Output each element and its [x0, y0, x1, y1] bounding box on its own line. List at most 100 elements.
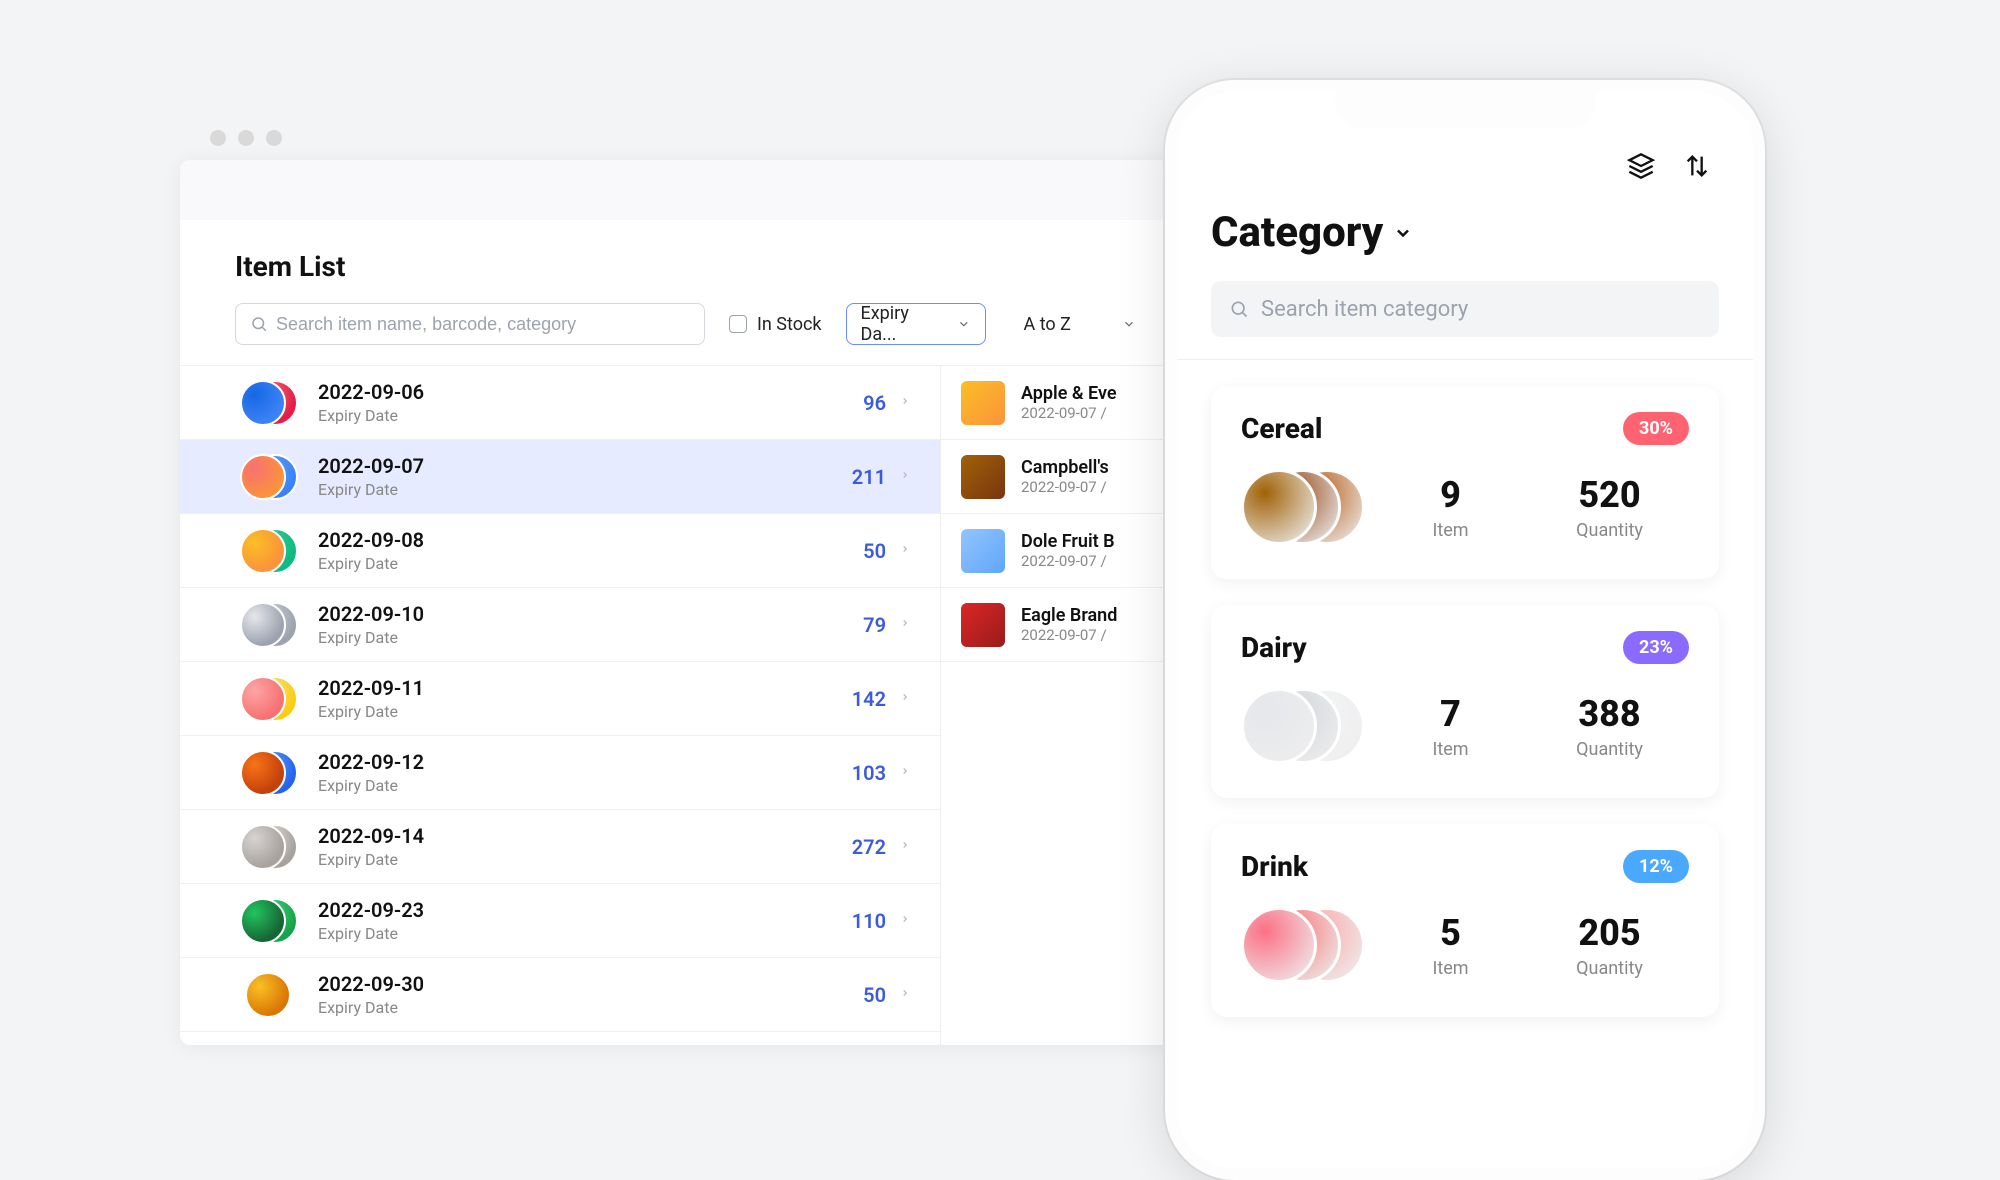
item-label: Item	[1371, 958, 1530, 979]
row-date: 2022-09-12	[318, 750, 852, 774]
search-input[interactable]	[235, 303, 705, 345]
filter-bar: In Stock Expiry Da... A to Z	[180, 283, 1200, 365]
chevron-right-icon	[900, 467, 910, 486]
category-title: Category	[1211, 208, 1383, 257]
date-row[interactable]: 2022-09-11Expiry Date142	[180, 662, 940, 736]
thumb-stack	[240, 449, 296, 505]
category-card[interactable]: Dairy23%7Item388Quantity	[1211, 605, 1719, 798]
chevron-right-icon	[900, 541, 910, 560]
item-name: Dole Fruit B	[1021, 531, 1115, 552]
chevron-right-icon	[900, 615, 910, 634]
thumb-stack	[240, 893, 296, 949]
in-stock-label: In Stock	[757, 314, 822, 335]
dropdown-label: Expiry Da...	[861, 303, 947, 345]
item-thumb	[961, 455, 1005, 499]
date-row[interactable]: 2022-09-06Expiry Date96	[180, 366, 940, 440]
row-count: 50	[863, 983, 886, 1007]
traffic-light-zoom[interactable]	[266, 130, 282, 146]
quantity-label: Quantity	[1530, 520, 1689, 541]
category-card[interactable]: Drink 12% 5Item205Quantity	[1211, 824, 1719, 1017]
percent-badge: 12%	[1623, 850, 1689, 883]
row-text: 2022-09-10Expiry Date	[318, 602, 863, 647]
date-row[interactable]: 2022-09-08Expiry Date50	[180, 514, 940, 588]
traffic-lights	[210, 130, 282, 146]
quantity-count: 388	[1530, 693, 1689, 735]
phone-device: Category Search item category Cereal30% 9…	[1165, 80, 1765, 1180]
qty-stat: 205Quantity	[1530, 912, 1689, 979]
item-thumb	[1241, 469, 1317, 545]
category-heading-row[interactable]: Category	[1211, 208, 1719, 257]
divider	[1177, 359, 1753, 360]
chevron-right-icon	[900, 985, 910, 1004]
checkbox-icon	[729, 315, 747, 333]
category-name: Dairy	[1241, 631, 1307, 664]
row-count: 110	[852, 909, 886, 933]
search-icon	[1229, 299, 1249, 319]
category-name: Drink	[1241, 850, 1308, 883]
detail-row[interactable]: Dole Fruit B2022-09-07 /	[941, 514, 1200, 588]
row-text: 2022-09-07Expiry Date	[318, 454, 852, 499]
traffic-light-close[interactable]	[210, 130, 226, 146]
date-row[interactable]: 2022-09-23Expiry Date110	[180, 884, 940, 958]
row-count: 211	[852, 465, 886, 489]
item-name: Campbell's	[1021, 457, 1109, 478]
chevron-down-icon	[1393, 223, 1413, 243]
chevron-right-icon	[900, 393, 910, 412]
date-row[interactable]: 2022-09-14Expiry Date272	[180, 810, 940, 884]
row-sublabel: Expiry Date	[318, 554, 863, 573]
in-stock-filter[interactable]: In Stock	[729, 314, 822, 335]
layers-icon[interactable]	[1627, 152, 1655, 184]
row-date: 2022-09-07	[318, 454, 852, 478]
item-thumb	[240, 528, 286, 574]
card-body: 5Item205Quantity	[1241, 903, 1689, 987]
row-date: 2022-09-06	[318, 380, 863, 404]
row-text: 2022-09-11Expiry Date	[318, 676, 852, 721]
item-thumb	[961, 381, 1005, 425]
date-list: 2022-09-06Expiry Date962022-09-07Expiry …	[180, 365, 940, 1045]
thumb-stack	[1241, 465, 1371, 549]
row-date: 2022-09-30	[318, 972, 863, 996]
item-stat: 5Item	[1371, 912, 1530, 979]
traffic-light-minimize[interactable]	[238, 130, 254, 146]
thumb-stack	[1241, 903, 1371, 987]
row-sublabel: Expiry Date	[318, 850, 852, 869]
detail-row[interactable]: Eagle Brand2022-09-07 /	[941, 588, 1200, 662]
item-subtext: 2022-09-07 /	[1021, 404, 1117, 422]
row-count: 103	[852, 761, 886, 785]
phone-search-input[interactable]: Search item category	[1211, 281, 1719, 337]
row-text: 2022-09-06Expiry Date	[318, 380, 863, 425]
detail-row[interactable]: Campbell's2022-09-07 /	[941, 440, 1200, 514]
card-head: Dairy 23%	[1241, 631, 1689, 664]
expiry-date-dropdown[interactable]: Expiry Da...	[846, 303, 986, 345]
item-name: Eagle Brand	[1021, 605, 1117, 626]
row-date: 2022-09-14	[318, 824, 852, 848]
thumb-stack	[240, 745, 296, 801]
search-placeholder: Search item category	[1261, 297, 1468, 322]
percent-badge: 30%	[1623, 412, 1689, 445]
date-row[interactable]: 2022-09-12Expiry Date103	[180, 736, 940, 810]
category-card[interactable]: Cereal30%9Item520Quantity	[1211, 386, 1719, 579]
desktop-window: Item List In Stock Expiry Da... A to Z 2…	[180, 160, 1200, 1045]
card-head: Drink 12%	[1241, 850, 1689, 883]
percent-badge: 23%	[1623, 631, 1689, 664]
row-count: 96	[863, 391, 886, 415]
chevron-down-icon	[1122, 317, 1136, 331]
card-head: Cereal30%	[1241, 412, 1689, 445]
date-row[interactable]: 2022-09-07Expiry Date211	[180, 440, 940, 514]
detail-text: Eagle Brand2022-09-07 /	[1021, 605, 1117, 644]
date-row[interactable]: 2022-09-10Expiry Date79	[180, 588, 940, 662]
detail-row[interactable]: Apple & Eve2022-09-07 /	[941, 366, 1200, 440]
sort-icon[interactable]	[1683, 152, 1711, 184]
sort-dropdown[interactable]: A to Z	[1010, 303, 1150, 345]
row-text: 2022-09-30Expiry Date	[318, 972, 863, 1017]
thumb-stack	[240, 819, 296, 875]
date-row[interactable]: 2022-09-30Expiry Date50	[180, 958, 940, 1032]
content-split: 2022-09-06Expiry Date962022-09-07Expiry …	[180, 365, 1200, 1045]
row-count: 79	[863, 613, 886, 637]
search-field[interactable]	[276, 314, 690, 335]
item-thumb	[240, 750, 286, 796]
row-text: 2022-09-08Expiry Date	[318, 528, 863, 573]
row-text: 2022-09-12Expiry Date	[318, 750, 852, 795]
row-sublabel: Expiry Date	[318, 628, 863, 647]
item-count: 9	[1371, 474, 1530, 516]
